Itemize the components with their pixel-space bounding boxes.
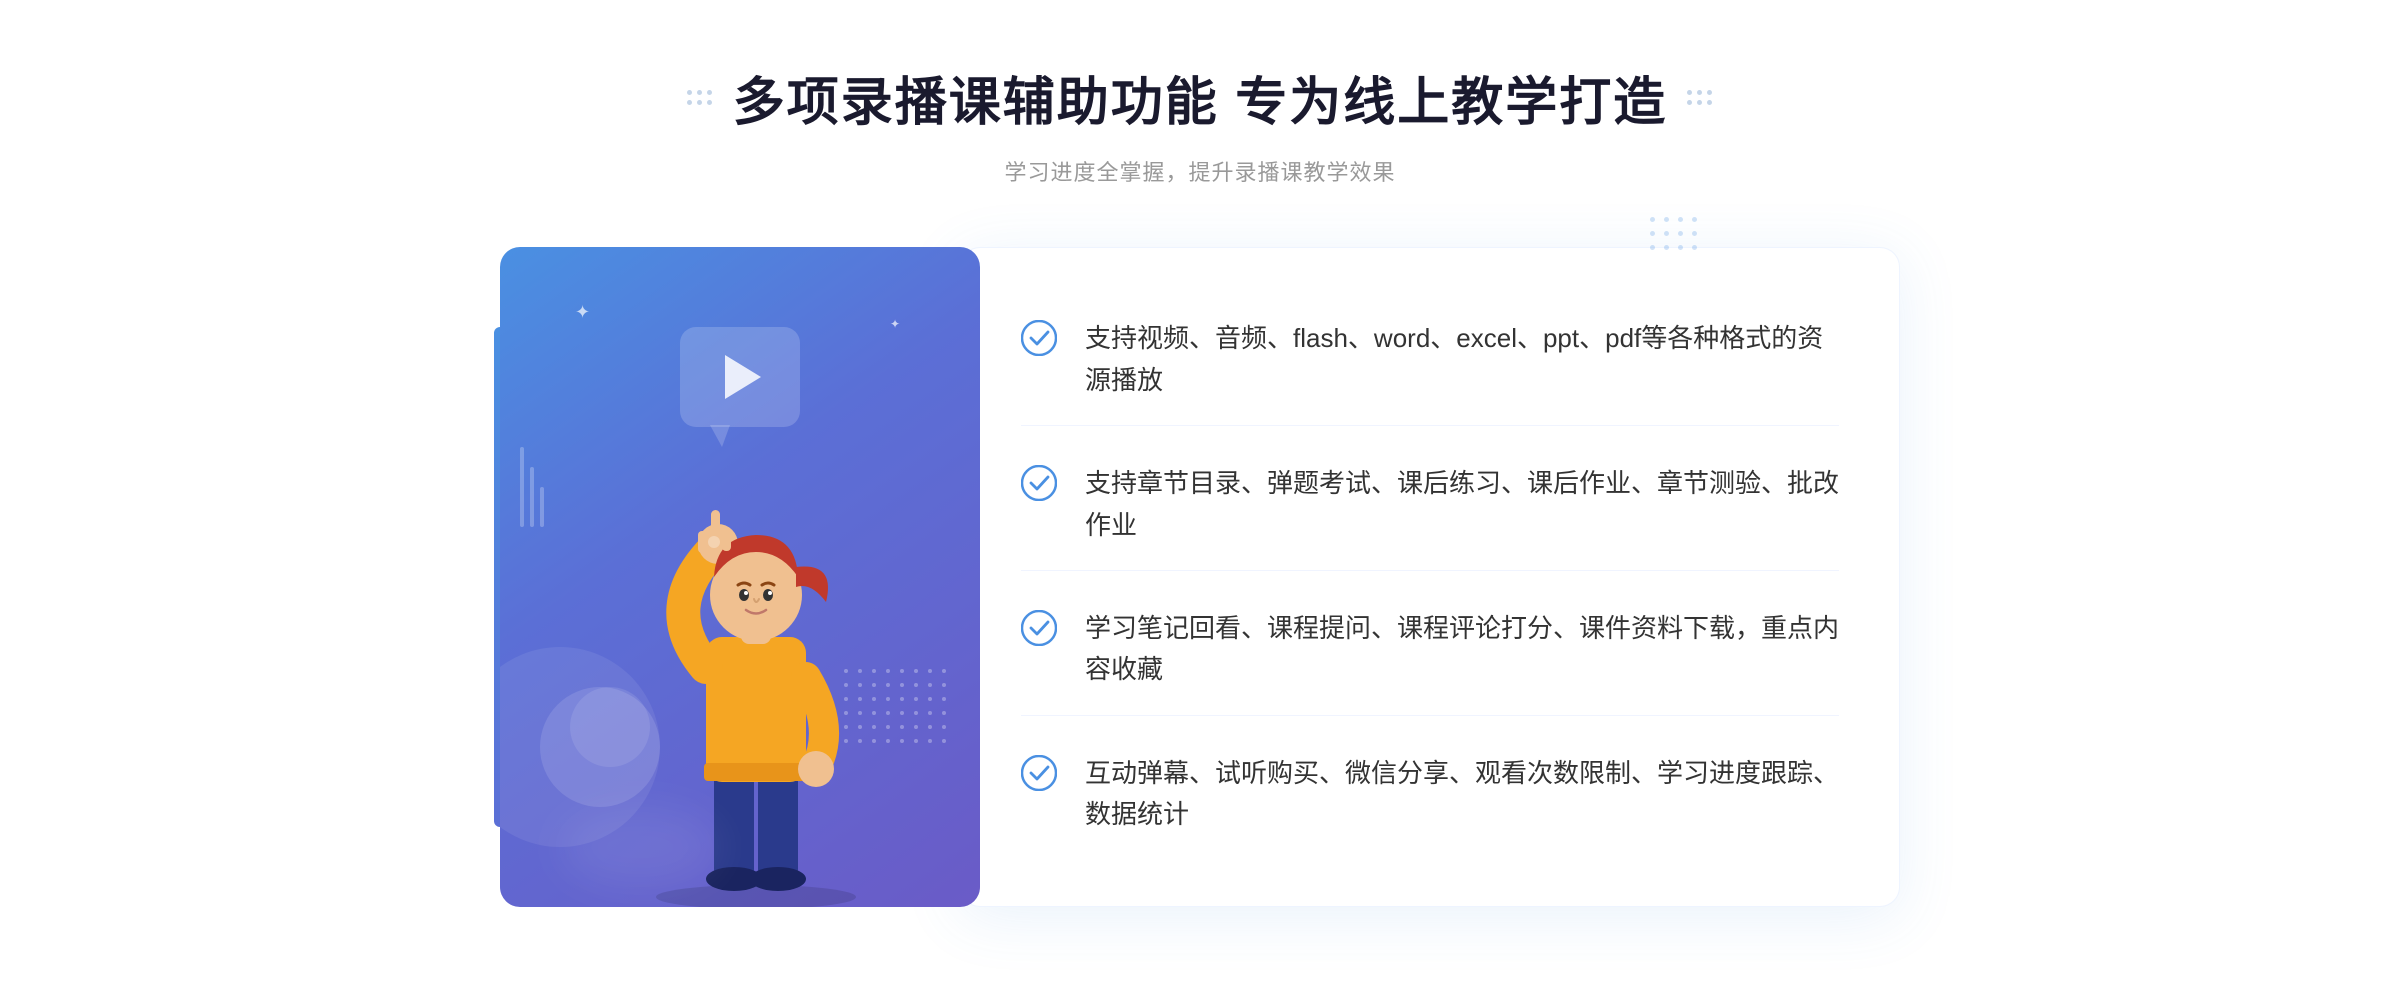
play-icon <box>725 355 761 399</box>
page-container: 多项录播课辅助功能 专为线上教学打造 学习进度全掌握，提升录播课教学效果 » <box>0 0 2400 987</box>
illustration-card: ✦ ✦ <box>500 247 980 907</box>
page-subtitle: 学习进度全掌握，提升录播课教学效果 <box>1004 155 1395 187</box>
header-dots-right <box>1687 90 1713 106</box>
main-content: » <box>500 247 1900 907</box>
feature-item-2: 支持章节目录、弹题考试、课后练习、课后作业、章节测验、批改作业 <box>1021 439 1839 571</box>
feature-item-3: 学习笔记回看、课程提问、课程评论打分、课件资料下载，重点内容收藏 <box>1021 584 1839 716</box>
outer-dots-top <box>1650 217 1700 253</box>
feature-text-1: 支持视频、音频、flash、word、excel、ppt、pdf等各种格式的资源… <box>1085 318 1839 401</box>
check-icon-1 <box>1021 320 1057 356</box>
feature-text-4: 互动弹幕、试听购买、微信分享、观看次数限制、学习进度跟踪、数据统计 <box>1085 753 1839 836</box>
spark-icon-2: ✦ <box>890 317 900 331</box>
header-section: 多项录播课辅助功能 专为线上教学打造 学习进度全掌握，提升录播课教学效果 <box>0 60 2400 187</box>
feature-item-4: 互动弹幕、试听购买、微信分享、观看次数限制、学习进度跟踪、数据统计 <box>1021 729 1839 860</box>
check-icon-2 <box>1021 465 1057 501</box>
feature-text-3: 学习笔记回看、课程提问、课程评论打分、课件资料下载，重点内容收藏 <box>1085 608 1839 691</box>
illus-stripes <box>520 447 544 527</box>
features-card: 支持视频、音频、flash、word、excel、ppt、pdf等各种格式的资源… <box>960 247 1900 907</box>
feature-text-2: 支持章节目录、弹题考试、课后练习、课后作业、章节测验、批改作业 <box>1085 463 1839 546</box>
feature-item-1: 支持视频、音频、flash、word、excel、ppt、pdf等各种格式的资源… <box>1021 294 1839 426</box>
check-icon-3 <box>1021 610 1057 646</box>
light-glow <box>560 807 720 887</box>
page-title: 多项录播课辅助功能 专为线上教学打造 <box>733 60 1667 135</box>
header-title-row: 多项录播课辅助功能 专为线上教学打造 <box>687 60 1713 135</box>
play-bubble <box>680 327 800 427</box>
spark-icon-1: ✦ <box>575 302 590 323</box>
header-dots-left <box>687 90 713 106</box>
check-icon-4 <box>1021 755 1057 791</box>
